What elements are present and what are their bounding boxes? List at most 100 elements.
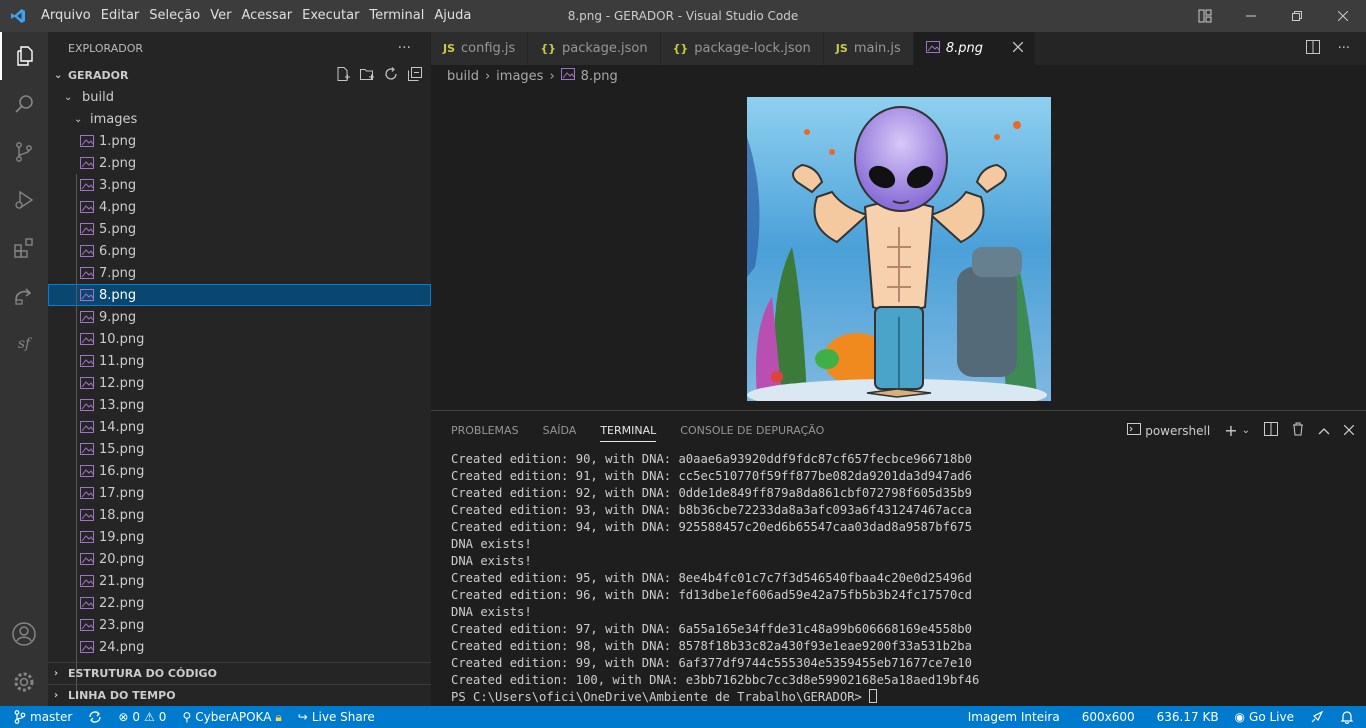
- close-icon[interactable]: [1320, 0, 1366, 32]
- folder-build[interactable]: ⌄ build: [48, 86, 431, 108]
- file-item[interactable]: 23.png: [48, 614, 431, 636]
- file-item[interactable]: 4.png: [48, 196, 431, 218]
- file-item[interactable]: 3.png: [48, 174, 431, 196]
- folder-root-header[interactable]: ⌄ GERADOR: [48, 64, 431, 86]
- folder-images[interactable]: ⌄ images: [48, 108, 431, 130]
- problems-status[interactable]: ⊗ 0 ⚠ 0: [110, 710, 174, 724]
- maximize-panel-icon[interactable]: [1318, 424, 1330, 438]
- file-item[interactable]: 16.png: [48, 460, 431, 482]
- terminal-output[interactable]: Created edition: 90, with DNA: a0aae6a93…: [451, 451, 979, 706]
- tab-label: 8.png: [945, 41, 983, 56]
- source-control-icon[interactable]: [0, 128, 48, 176]
- breadcrumb: build › images › 8.png: [447, 65, 618, 87]
- menu-item-0[interactable]: Arquivo: [36, 0, 96, 32]
- terminal-prompt-line[interactable]: PS C:\Users\ofici\OneDrive\Ambiente de T…: [451, 689, 979, 706]
- file-item[interactable]: 15.png: [48, 438, 431, 460]
- tab-label: config.js: [461, 41, 516, 56]
- go-live-button[interactable]: ◉ Go Live: [1227, 710, 1302, 724]
- chevron-down-icon: ⌄: [54, 69, 63, 81]
- file-item[interactable]: 13.png: [48, 394, 431, 416]
- new-folder-icon[interactable]: [359, 66, 375, 85]
- notifications-bell-icon[interactable]: [1332, 710, 1366, 724]
- extensions-icon[interactable]: [0, 224, 48, 272]
- file-item[interactable]: 20.png: [48, 548, 431, 570]
- panel-tab-0[interactable]: PROBLEMAS: [451, 424, 519, 437]
- refresh-icon[interactable]: [383, 66, 399, 85]
- file-item[interactable]: 12.png: [48, 372, 431, 394]
- file-item[interactable]: 19.png: [48, 526, 431, 548]
- remote-explorer-icon[interactable]: [0, 272, 48, 320]
- explorer-more-button[interactable]: ···: [398, 40, 411, 56]
- new-file-icon[interactable]: [335, 66, 351, 85]
- file-item[interactable]: 7.png: [48, 262, 431, 284]
- file-item[interactable]: 2.png: [48, 152, 431, 174]
- tab-4[interactable]: 8.png: [913, 32, 1036, 65]
- search-icon[interactable]: [0, 80, 48, 128]
- warning-icon: ⚠: [144, 710, 155, 724]
- breadcrumb-build[interactable]: build: [447, 69, 479, 84]
- file-item[interactable]: 8.png: [48, 284, 431, 306]
- close-tab-icon[interactable]: [1012, 41, 1024, 56]
- breadcrumb-images[interactable]: images: [496, 69, 543, 84]
- settings-gear-icon[interactable]: [0, 658, 48, 706]
- sync-icon[interactable]: [80, 710, 110, 724]
- file-item[interactable]: 22.png: [48, 592, 431, 614]
- live-share-button[interactable]: ↪ Live Share: [290, 710, 383, 724]
- file-item[interactable]: 24.png: [48, 636, 431, 658]
- collapse-all-icon[interactable]: [407, 66, 423, 85]
- file-item[interactable]: 5.png: [48, 218, 431, 240]
- file-item[interactable]: 14.png: [48, 416, 431, 438]
- minimize-icon[interactable]: [1228, 0, 1274, 32]
- menu-item-7[interactable]: Ajuda: [429, 0, 476, 32]
- bottom-panel: PROBLEMAS SAÍDA TERMINAL CONSOLE DE DEPURAÇ…: [431, 410, 1366, 706]
- close-panel-icon[interactable]: [1343, 424, 1355, 438]
- run-debug-icon[interactable]: [0, 176, 48, 224]
- account-icon[interactable]: [0, 610, 48, 658]
- terminal-icon: [1127, 423, 1142, 438]
- outline-section[interactable]: › ESTRUTURA DO CÓDIGO: [48, 662, 431, 684]
- tab-1[interactable]: {} package.json: [528, 32, 661, 65]
- file-label: 17.png: [99, 485, 145, 501]
- file-item[interactable]: 10.png: [48, 328, 431, 350]
- branch-status[interactable]: master: [0, 710, 80, 724]
- file-item[interactable]: 1.png: [48, 130, 431, 152]
- file-item[interactable]: 6.png: [48, 240, 431, 262]
- menu-item-3[interactable]: Ver: [205, 0, 236, 32]
- cyber-status[interactable]: ⚲ CyberAPOKA 🔒︎: [174, 710, 289, 725]
- trash-icon[interactable]: [1292, 422, 1304, 439]
- file-item[interactable]: 21.png: [48, 570, 431, 592]
- tab-3[interactable]: JS main.js: [823, 32, 914, 65]
- symfony-icon[interactable]: sf: [0, 320, 48, 368]
- menu-item-4[interactable]: Acessar: [236, 0, 297, 32]
- menu-item-6[interactable]: Terminal: [364, 0, 429, 32]
- shell-selector[interactable]: powershell: [1145, 424, 1210, 438]
- tab-0[interactable]: JS config.js: [431, 32, 529, 65]
- menu-item-1[interactable]: Editar: [96, 0, 145, 32]
- file-item[interactable]: 9.png: [48, 306, 431, 328]
- image-preview: [747, 97, 1051, 401]
- restore-icon[interactable]: [1274, 0, 1320, 32]
- outline-label: ESTRUTURA DO CÓDIGO: [68, 667, 217, 680]
- image-zoom-mode[interactable]: Imagem Inteira: [960, 710, 1074, 724]
- split-editor-icon[interactable]: [1305, 39, 1320, 58]
- tab-2[interactable]: {} package-lock.json: [660, 32, 824, 65]
- new-terminal-icon[interactable]: +: [1224, 421, 1237, 440]
- file-label: 23.png: [99, 617, 145, 633]
- file-item[interactable]: 17.png: [48, 482, 431, 504]
- explorer-icon[interactable]: [0, 32, 48, 80]
- timeline-section[interactable]: › LINHA DO TEMPO: [48, 684, 431, 706]
- feedback-icon[interactable]: [1302, 710, 1332, 724]
- panel-tab-2[interactable]: TERMINAL: [600, 424, 657, 442]
- more-actions-button[interactable]: ···: [1338, 41, 1350, 56]
- split-terminal-icon[interactable]: [1264, 422, 1278, 439]
- terminal-line: Created edition: 96, with DNA: fd13dbe1e…: [451, 588, 972, 602]
- breadcrumb-file[interactable]: 8.png: [581, 69, 618, 84]
- layout-icon[interactable]: [1182, 0, 1228, 32]
- chevron-down-icon[interactable]: ⌄: [1242, 425, 1250, 436]
- panel-tab-1[interactable]: SAÍDA: [543, 424, 577, 437]
- menu-item-2[interactable]: Seleção: [144, 0, 205, 32]
- file-item[interactable]: 18.png: [48, 504, 431, 526]
- file-item[interactable]: 11.png: [48, 350, 431, 372]
- menu-item-5[interactable]: Executar: [297, 0, 364, 32]
- panel-tab-3[interactable]: CONSOLE DE DEPURAÇÃO: [680, 424, 824, 437]
